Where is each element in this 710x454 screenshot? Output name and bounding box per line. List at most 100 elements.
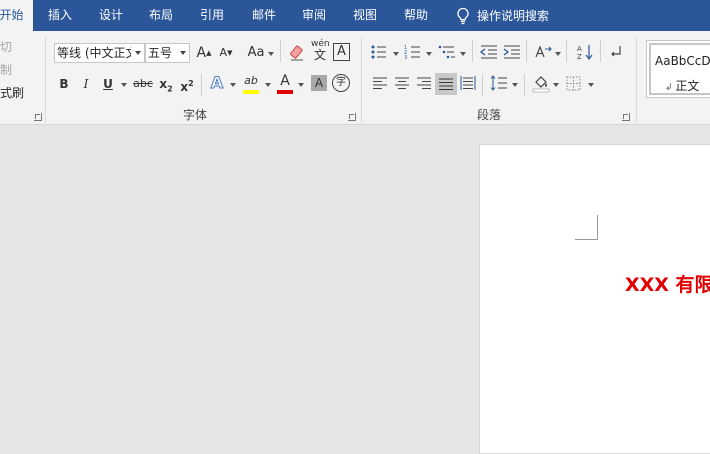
phonetic-guide-button[interactable]: wén 文 [311, 39, 330, 63]
chevron-down-icon[interactable] [121, 83, 127, 87]
grow-font-button[interactable]: A▲ [196, 43, 212, 63]
ribbon-home: 剪切 复制 格式刷 等线 (中文正文) 五号 A▲ A▼ Aa wén 文 A … [0, 31, 710, 125]
styles-gallery[interactable]: AaBbCcDd ↲ 正文 [646, 40, 710, 98]
tab-references[interactable]: 引用 [197, 0, 227, 31]
shrink-font-icon: A [219, 46, 228, 59]
enclose-characters-button[interactable]: 字 [332, 74, 350, 92]
chinese-layout-icon[interactable] [534, 44, 552, 60]
numbering-icon[interactable]: 123 [404, 44, 422, 60]
superscript-button[interactable]: x2 [179, 74, 195, 94]
phonetic-char: 文 [313, 48, 326, 62]
bullets-icon[interactable] [370, 44, 388, 60]
multilevel-list-icon[interactable] [438, 44, 456, 60]
line-spacing-icon[interactable] [490, 75, 508, 91]
subscript-button[interactable]: x2 [158, 74, 174, 94]
chevron-down-icon[interactable] [512, 83, 518, 87]
format-painter-button[interactable]: 格式刷 [0, 84, 24, 101]
clear-formatting-icon[interactable] [289, 44, 307, 62]
tab-home[interactable]: 开始 [0, 0, 33, 31]
font-launcher-icon[interactable] [348, 113, 356, 121]
align-left-icon[interactable] [372, 76, 388, 90]
chevron-down-icon[interactable] [460, 52, 466, 56]
tab-mailings[interactable]: 邮件 [249, 0, 279, 31]
chevron-down-icon[interactable] [180, 51, 186, 55]
chevron-down-icon[interactable] [426, 52, 432, 56]
highlight-color-bar [243, 90, 259, 94]
underline-button[interactable]: U [100, 74, 116, 94]
margin-corner-marker [575, 215, 598, 240]
divider [526, 40, 527, 62]
font-color-bar [277, 90, 293, 94]
tab-design[interactable]: 设计 [96, 0, 126, 31]
align-right-icon[interactable] [416, 76, 432, 90]
strikethrough-button[interactable]: abc [132, 74, 154, 94]
style-sample-text: AaBbCcDd [655, 54, 710, 68]
increase-indent-icon[interactable] [503, 44, 521, 60]
tab-insert[interactable]: 插入 [45, 0, 75, 31]
font-size-value: 五号 [148, 46, 173, 60]
chevron-down-icon[interactable] [298, 83, 304, 87]
paragraph-group-label: 段落 [477, 108, 502, 122]
group-divider [636, 37, 637, 123]
distributed-icon[interactable] [460, 75, 476, 91]
font-name-combo[interactable]: 等线 (中文正文) [54, 43, 145, 63]
highlight-button[interactable]: ab [241, 71, 261, 94]
sort-icon[interactable]: AZ [576, 43, 594, 61]
font-color-button[interactable]: A [276, 71, 294, 94]
chevron-down-icon[interactable] [135, 51, 141, 55]
tab-review[interactable]: 审阅 [299, 0, 329, 31]
chevron-down-icon[interactable] [553, 83, 559, 87]
tab-layout[interactable]: 布局 [146, 0, 176, 31]
borders-icon[interactable] [566, 76, 581, 91]
divider [472, 40, 473, 62]
style-normal[interactable]: AaBbCcDd ↲ 正文 [649, 43, 710, 95]
svg-text:3: 3 [404, 55, 407, 60]
superscript-x: x [180, 80, 189, 94]
bold-button[interactable]: B [56, 74, 72, 94]
superscript-mark: 2 [188, 79, 194, 88]
align-center-icon[interactable] [394, 76, 410, 90]
character-border-button[interactable]: A [333, 43, 350, 61]
group-divider [361, 37, 362, 123]
copy-button[interactable]: 复制 [0, 61, 12, 78]
justify-icon [439, 78, 453, 90]
chevron-down-icon[interactable] [555, 52, 561, 56]
tab-help[interactable]: 帮助 [401, 0, 431, 31]
divider [600, 40, 601, 62]
decrease-indent-icon[interactable] [480, 44, 498, 60]
italic-button[interactable]: I [78, 74, 94, 94]
font-size-combo[interactable]: 五号 [145, 43, 190, 63]
character-shading-button[interactable]: A [311, 75, 327, 91]
text-effects-button[interactable]: A [208, 73, 226, 93]
paragraph-launcher-icon[interactable] [622, 113, 630, 121]
shading-icon[interactable] [532, 73, 550, 93]
chevron-down-icon[interactable] [268, 52, 274, 56]
subscript-mark: 2 [167, 84, 173, 94]
justify-button[interactable] [435, 73, 457, 95]
chevron-down-icon[interactable] [393, 52, 399, 56]
chevron-down-icon[interactable] [588, 83, 594, 87]
ribbon-tab-bar: 开始 插入 设计 布局 引用 邮件 审阅 视图 帮助 操作说明搜索 [0, 0, 710, 31]
chevron-down-icon[interactable] [265, 83, 271, 87]
highlight-icon: ab [244, 74, 258, 87]
lightbulb-icon [457, 7, 469, 24]
chevron-down-icon[interactable] [230, 83, 236, 87]
clipboard-launcher-icon[interactable] [34, 113, 42, 121]
show-formatting-marks-icon[interactable] [609, 44, 623, 60]
tell-me-search[interactable]: 操作说明搜索 [456, 0, 561, 31]
document-heading[interactable]: XXX 有限 [625, 270, 710, 297]
style-name: ↲ 正文 [665, 79, 700, 93]
divider [524, 74, 525, 96]
tab-view[interactable]: 视图 [350, 0, 380, 31]
shrink-font-button[interactable]: A▼ [218, 43, 234, 63]
document-page[interactable]: XXX 有限 [479, 144, 710, 454]
subscript-x: x [159, 77, 168, 91]
svg-text:Z: Z [577, 53, 582, 61]
font-group-label: 字体 [183, 108, 208, 122]
group-divider [45, 37, 46, 123]
change-case-button[interactable]: Aa [246, 43, 266, 63]
divider [201, 74, 202, 96]
divider [280, 40, 281, 62]
cut-button[interactable]: 剪切 [0, 38, 12, 55]
svg-text:A: A [577, 45, 582, 53]
